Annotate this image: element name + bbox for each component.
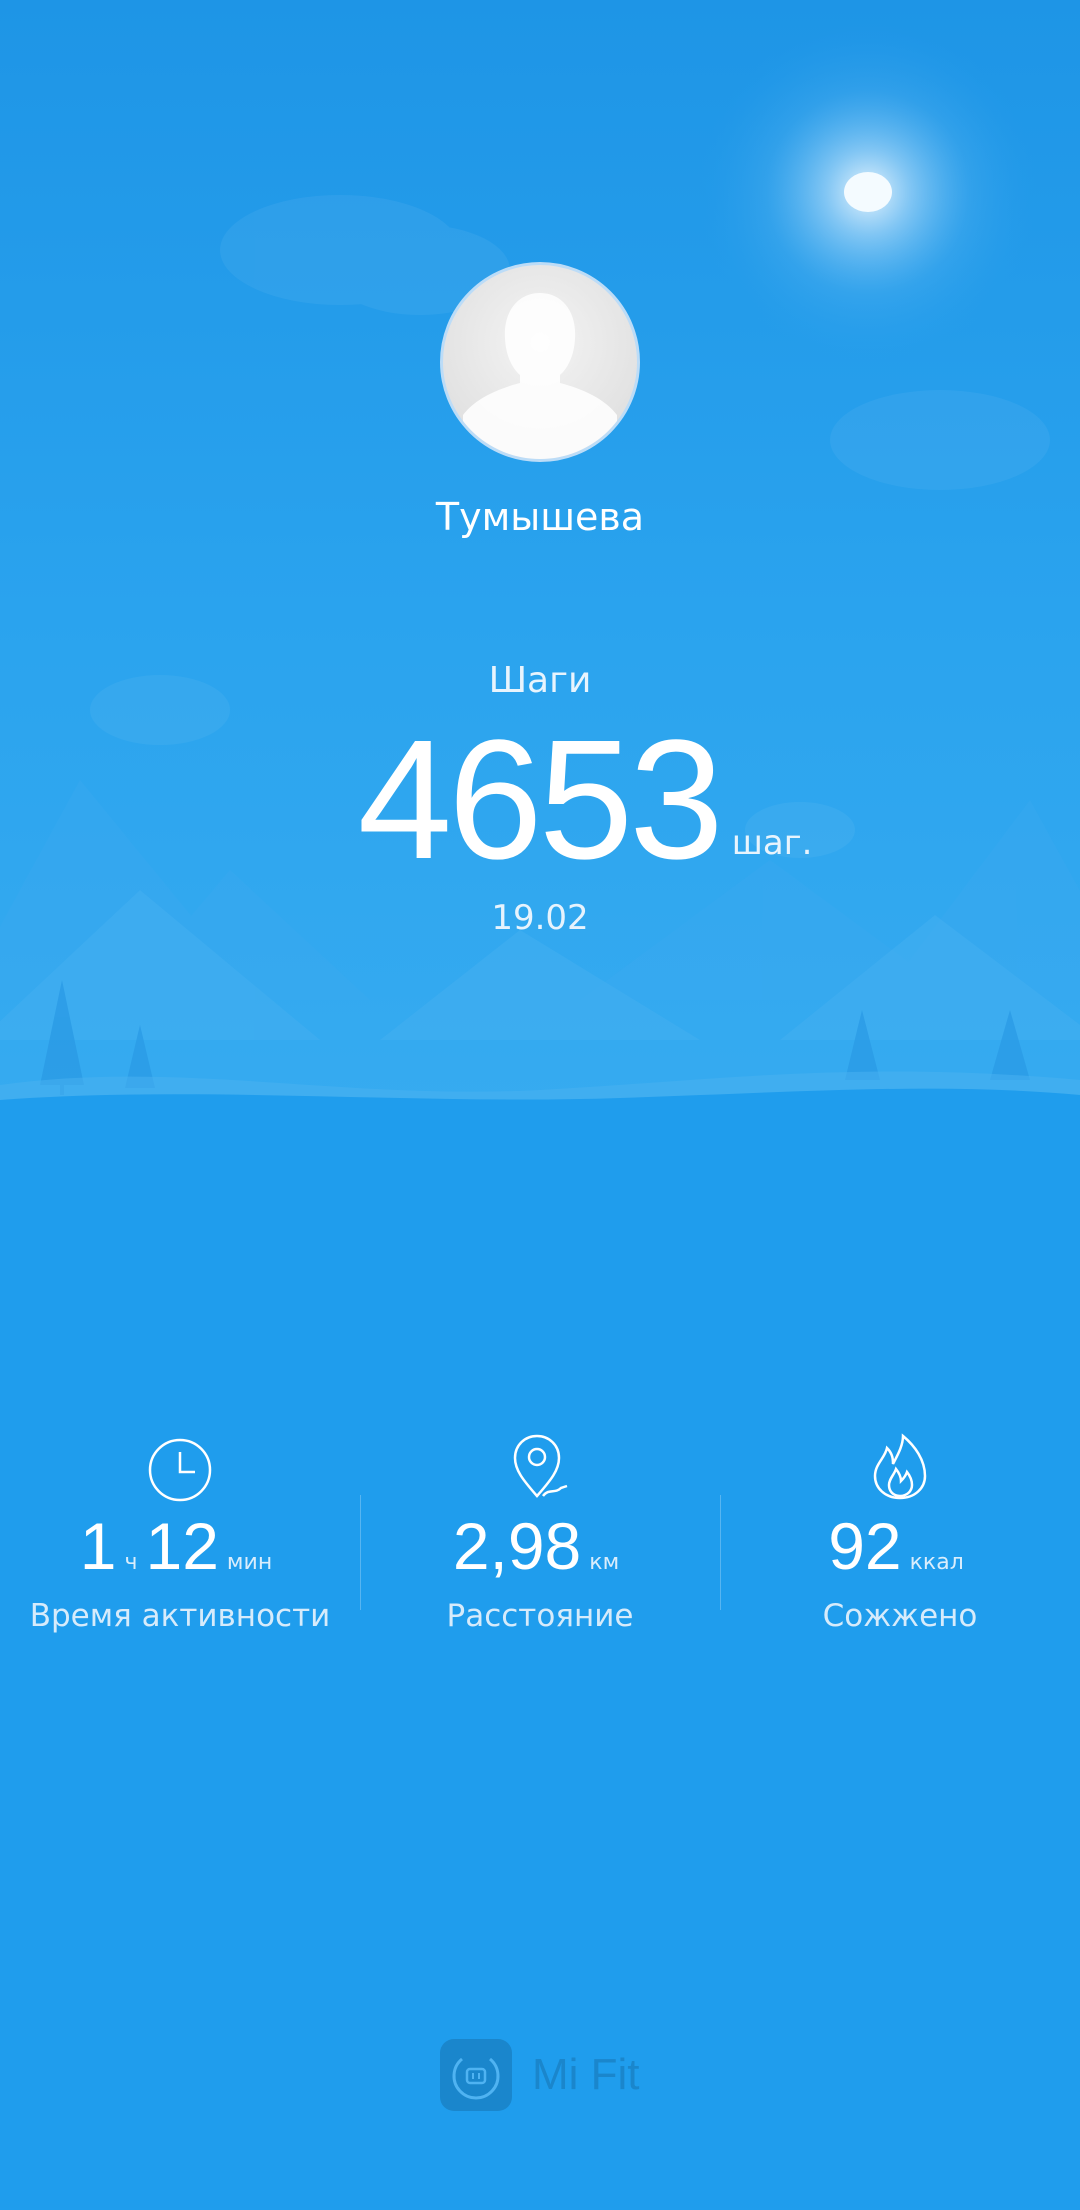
stat-activity-time[interactable]: 1 ч 12 мин Время активности (0, 1430, 360, 1634)
clock-icon (148, 1438, 212, 1502)
steps-value: 4653 (357, 705, 724, 895)
distance-unit: км (589, 1550, 620, 1575)
steps-label: Шаги (488, 660, 592, 701)
activity-minutes-unit: мин (226, 1550, 273, 1575)
stat-calories[interactable]: 92 ккал Сожжено (720, 1430, 1080, 1634)
distance-caption: Расстояние (446, 1598, 634, 1634)
flame-icon (873, 1433, 927, 1500)
calories-caption: Сожжено (822, 1598, 978, 1634)
calories-unit: ккал (909, 1550, 964, 1575)
stat-distance[interactable]: 2,98 км Расстояние (360, 1430, 720, 1634)
mi-logo-icon (440, 2039, 512, 2111)
location-pin-icon (513, 1434, 568, 1498)
activity-minutes-value: 12 (145, 1509, 219, 1583)
activity-hours-unit: ч (124, 1550, 138, 1575)
steps-date: 19.02 (491, 898, 589, 938)
sun (844, 172, 892, 212)
activity-hours-value: 1 (79, 1509, 117, 1583)
stats-row: 1 ч 12 мин Время активности 2,98 км Расс… (0, 1430, 1080, 1650)
steps-counter[interactable]: 4653 шаг. (0, 715, 1080, 885)
app-name: Mi Fit (532, 2050, 640, 2099)
activity-time-caption: Время активности (29, 1598, 331, 1634)
landscape-illustration (0, 22, 1080, 1110)
calories-value: 92 (828, 1509, 902, 1583)
landscape-background (0, 0, 1080, 1110)
default-user-icon (463, 293, 617, 459)
steps-unit: шаг. (731, 823, 813, 863)
user-name[interactable]: Тумышева (0, 495, 1080, 539)
app-branding: Mi Fit (440, 2037, 640, 2113)
distance-value: 2,98 (452, 1509, 582, 1583)
avatar[interactable] (440, 262, 640, 462)
